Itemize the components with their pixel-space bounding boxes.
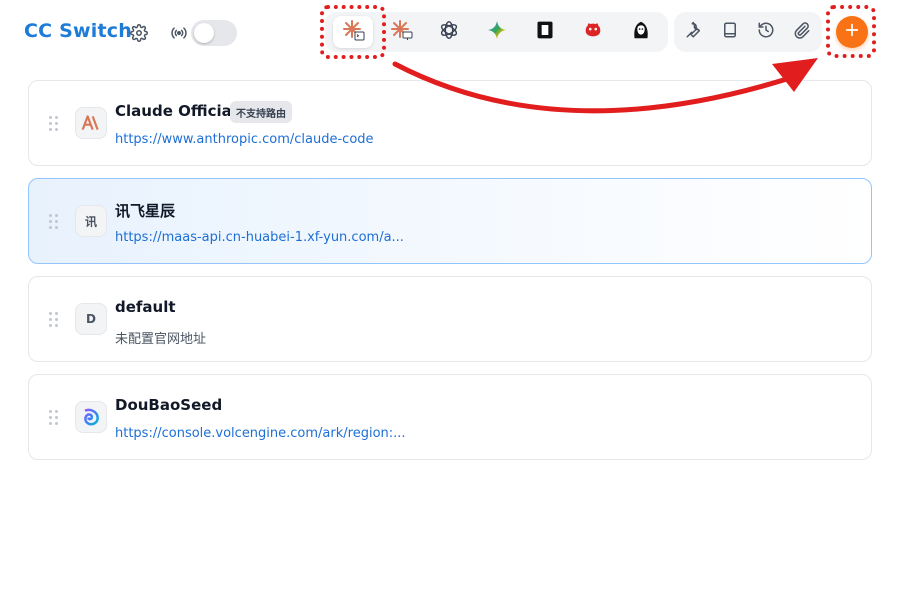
claude-code-icon <box>341 18 365 46</box>
square-app-icon <box>535 20 555 44</box>
drag-handle-icon[interactable] <box>49 214 59 230</box>
bw-character-icon <box>630 19 652 45</box>
provider-url-text: 未配置官网地址 <box>115 332 207 347</box>
app-window: CC Switch Claude Official 不支持路由 https://… <box>0 0 900 600</box>
plus-icon <box>844 22 860 42</box>
red-mascot-icon <box>582 19 604 45</box>
skills-button[interactable] <box>786 16 818 48</box>
doubao-logo-icon <box>75 401 107 433</box>
app-red-button[interactable] <box>573 16 613 48</box>
radio-signal-icon <box>170 24 188 42</box>
proxy-toggle[interactable] <box>191 20 237 46</box>
provider-avatar: 讯 <box>75 205 107 237</box>
tools-button[interactable] <box>678 16 710 48</box>
provider-card[interactable]: Claude Official 不支持路由 https://www.anthro… <box>28 80 872 166</box>
provider-name: Claude Official <box>115 102 237 120</box>
docs-button[interactable] <box>714 16 746 48</box>
claude-desktop-icon <box>389 18 413 46</box>
provider-url-link[interactable]: https://maas-api.cn-huabei-1.xf-yun.com/… <box>115 230 404 245</box>
provider-name: DouBaoSeed <box>115 396 223 414</box>
app-claude-code-button[interactable] <box>333 16 373 48</box>
toggle-knob <box>194 23 214 43</box>
gear-icon[interactable] <box>128 22 150 44</box>
wrench-icon <box>685 21 703 43</box>
app-title: CC Switch <box>24 20 132 42</box>
provider-card-selected[interactable]: 讯 讯飞星辰 https://maas-api.cn-huabei-1.xf-y… <box>28 178 872 264</box>
provider-card[interactable]: D default 未配置官网地址 <box>28 276 872 362</box>
history-button[interactable] <box>750 16 782 48</box>
tool-bar <box>674 12 822 52</box>
provider-name: default <box>115 298 176 316</box>
provider-url-link[interactable]: https://console.volcengine.com/ark/regio… <box>115 426 406 441</box>
app-claude-desktop-button[interactable] <box>381 16 421 48</box>
app-square-button[interactable] <box>525 16 565 48</box>
drag-handle-icon[interactable] <box>49 116 59 132</box>
drag-handle-icon[interactable] <box>49 410 59 426</box>
provider-avatar: D <box>75 303 107 335</box>
add-provider-button[interactable] <box>836 16 868 48</box>
provider-url-link[interactable]: https://www.anthropic.com/claude-code <box>115 132 374 147</box>
app-gemini-button[interactable] <box>477 16 517 48</box>
book-icon <box>721 21 739 43</box>
app-openai-button[interactable] <box>429 16 469 48</box>
provider-card[interactable]: DouBaoSeed https://console.volcengine.co… <box>28 374 872 460</box>
openai-icon <box>438 19 460 45</box>
app-switcher <box>325 12 668 52</box>
status-badge: 不支持路由 <box>230 101 292 123</box>
provider-name: 讯飞星辰 <box>115 202 176 220</box>
paperclip-icon <box>793 21 811 43</box>
history-icon <box>757 21 775 43</box>
gemini-sparkle-icon <box>486 19 508 45</box>
app-bw-button[interactable] <box>621 16 661 48</box>
drag-handle-icon[interactable] <box>49 312 59 328</box>
header: CC Switch <box>0 0 900 66</box>
anthropic-logo-icon <box>75 107 107 139</box>
